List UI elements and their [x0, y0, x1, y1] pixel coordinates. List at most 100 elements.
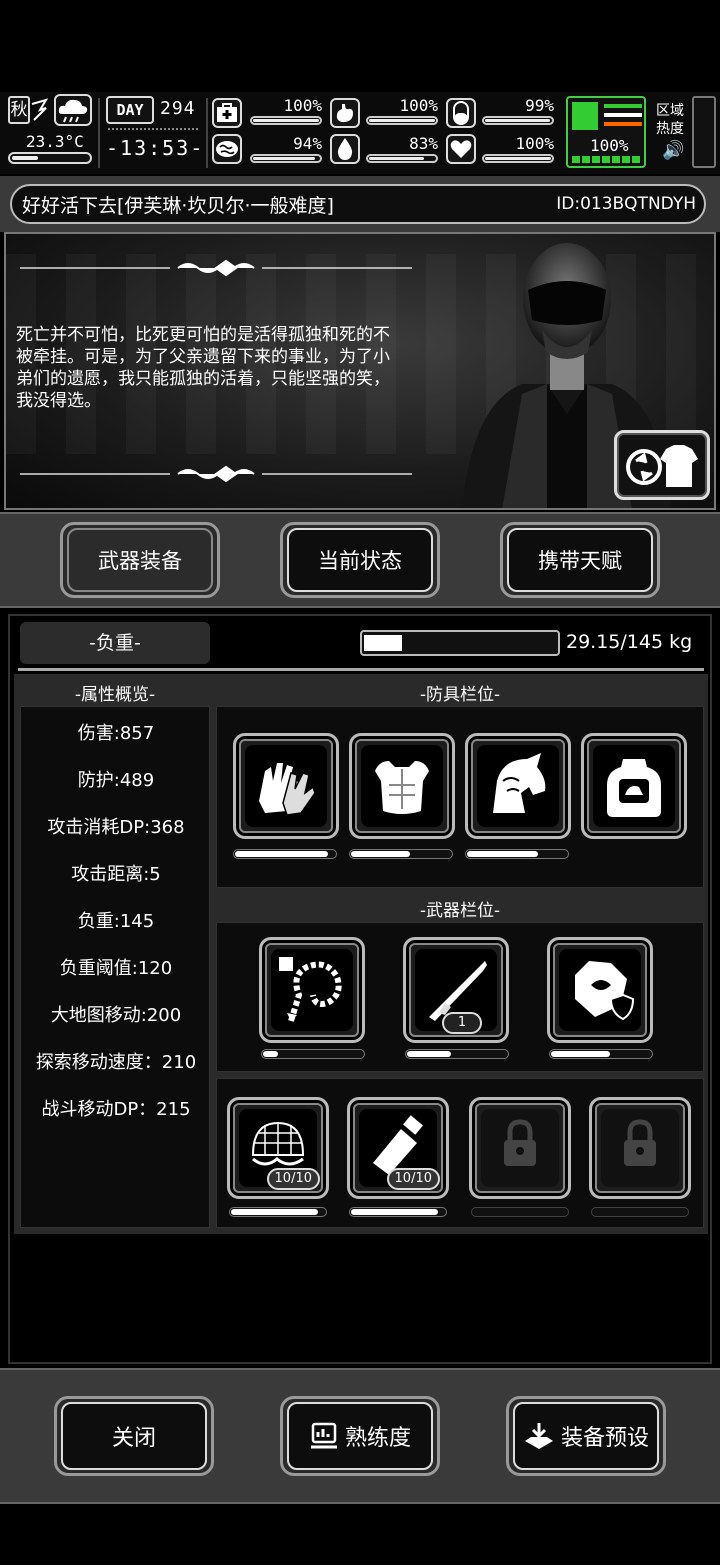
armor-durability-gloves — [233, 849, 337, 859]
save-title-bar: 好好活下去[伊芙琳·坎贝尔·一般难度] ID:013BQTNDYH — [0, 176, 720, 232]
day-label: DAY — [106, 96, 154, 124]
attr-damage: 伤害:857 — [77, 723, 155, 744]
weapons-heading: -武器栏位- — [419, 901, 501, 921]
status-hud: 秋 23.3°C DAY 294 -13:53- 100% 100% 99% 9… — [0, 92, 720, 174]
game-clock: -13:53- — [106, 136, 205, 160]
attr-load: 负重:145 — [77, 911, 155, 932]
tab-label: 携带天赋 — [507, 528, 653, 592]
zone-heat-label: 区域热度 — [656, 103, 684, 137]
armor-heading: -防具栏位- — [419, 685, 501, 705]
medicine-value: 99% — [525, 96, 554, 115]
weapon-durability-3 — [549, 1049, 653, 1059]
armor-durability-helmet — [465, 849, 569, 859]
sanity-bar — [250, 154, 322, 163]
save-id: ID:013BQTNDYH — [556, 194, 696, 214]
close-label: 关闭 — [111, 1426, 156, 1451]
tab-bar: 武器装备 当前状态 携带天赋 — [0, 512, 720, 608]
weapon-slot-2[interactable]: 1 — [403, 937, 509, 1043]
outfit-swap-icon — [626, 445, 698, 487]
heart-icon — [446, 134, 476, 164]
thermometer — [8, 152, 92, 164]
proficiency-button[interactable]: 熟练度 — [280, 1396, 440, 1476]
attr-explore-speed: 探索移动速度：210 — [35, 1052, 197, 1073]
save-title-pill: 好好活下去[伊芙琳·坎贝尔·一般难度] ID:013BQTNDYH — [10, 184, 706, 224]
attr-attack-dp: 攻击消耗DP:368 — [47, 817, 185, 838]
tool-slots: 10/10 10/10 — [216, 1078, 704, 1228]
zone-heat-lines — [604, 104, 642, 131]
equipment-preset-button[interactable]: 装备预设 — [506, 1396, 666, 1476]
tab-weapons-equipment[interactable]: 武器装备 — [60, 522, 220, 598]
attr-battle-move-dp: 战斗移动DP：215 — [41, 1099, 191, 1120]
attributes-list: 伤害:857 防护:489 攻击消耗DP:368 攻击距离:5 负重:145 负… — [20, 706, 210, 1228]
pill-icon — [446, 98, 476, 128]
save-title: 好好活下去[伊芙琳·坎贝尔·一般难度] — [22, 194, 334, 217]
boot-icon — [572, 102, 598, 130]
speaker-icon[interactable]: 🔊 — [662, 140, 684, 161]
backpack-icon — [593, 745, 675, 827]
tool-durability-3 — [471, 1207, 569, 1217]
tool-slot-2[interactable]: 10/10 — [347, 1097, 449, 1199]
load-label: -负重- — [20, 622, 210, 664]
armor-slots — [216, 706, 704, 888]
weather-cloud-icon — [54, 94, 92, 126]
weapon-durability-2 — [405, 1049, 509, 1059]
equipment-content: -属性概览- -防具栏位- 伤害:857 防护:489 攻击消耗DP:368 攻… — [14, 674, 708, 1234]
stomach-icon — [330, 98, 360, 128]
lock-icon — [601, 1109, 679, 1187]
spine-whip-icon — [271, 949, 353, 1031]
tool-count: 10/10 — [266, 1168, 320, 1190]
gloves-icon — [245, 745, 327, 827]
brain-icon — [212, 134, 242, 164]
body-armor-icon — [361, 745, 443, 827]
zone-heat-bar — [572, 156, 642, 163]
proficiency-label: 熟练度 — [344, 1426, 411, 1451]
weapon-slot-3[interactable] — [547, 937, 653, 1043]
attr-load-threshold: 负重阈值:120 — [59, 958, 173, 979]
zone-heat-panel[interactable]: 100% — [566, 96, 646, 168]
water-drop-icon — [330, 134, 360, 164]
armor-slot-body[interactable] — [349, 733, 455, 839]
sanity-value: 94% — [293, 134, 322, 153]
attr-map-move: 大地图移动:200 — [50, 1005, 182, 1026]
armor-durability-body — [349, 849, 453, 859]
tool-slot-3-locked[interactable] — [469, 1097, 571, 1199]
day-number: 294 — [160, 98, 196, 119]
preset-download-icon — [524, 1423, 553, 1449]
proficiency-icon — [310, 1422, 337, 1449]
load-bar — [360, 630, 560, 656]
weapon-ammo-count: 1 — [442, 1012, 482, 1034]
tool-slot-4-locked[interactable] — [589, 1097, 691, 1199]
ornament-divider-bottom — [20, 465, 412, 483]
close-button[interactable]: 关闭 — [54, 1396, 214, 1476]
shield-gauntlet-icon — [559, 949, 641, 1031]
tool-slot-1[interactable]: 10/10 — [227, 1097, 329, 1199]
thirst-value: 83% — [409, 134, 438, 153]
ornament-divider-top — [20, 259, 412, 277]
armor-slot-helmet[interactable] — [465, 733, 571, 839]
medicine-bar — [482, 116, 554, 125]
character-story-text: 死亡并不可怕，比死更可怕的是活得孤独和死的不被牵挂。可是，为了父亲遗留下来的事业… — [16, 325, 390, 411]
tab-talents[interactable]: 携带天赋 — [500, 522, 660, 598]
weapon-slots: 1 — [216, 922, 704, 1072]
day-progress-ticks — [108, 128, 198, 134]
mood-bar — [482, 154, 554, 163]
character-story-panel: 死亡并不可怕，比死更可怕的是活得孤独和死的不被牵挂。可是，为了父亲遗留下来的事业… — [4, 232, 716, 510]
preset-label: 装备预设 — [560, 1426, 649, 1451]
tool-durability-2 — [349, 1207, 447, 1217]
tool-durability-4 — [591, 1207, 689, 1217]
load-value: 29.15/145 kg — [566, 631, 693, 653]
tab-current-status[interactable]: 当前状态 — [280, 522, 440, 598]
attributes-heading: -属性概览- — [74, 685, 156, 705]
armor-slot-backpack[interactable] — [581, 733, 687, 839]
armor-slot-gloves[interactable] — [233, 733, 339, 839]
health-value: 100% — [283, 96, 322, 115]
side-panel-toggle[interactable] — [692, 96, 716, 168]
weapon-slot-1[interactable] — [259, 937, 365, 1043]
hunger-bar — [366, 116, 438, 125]
tool-durability-1 — [229, 1207, 327, 1217]
temperature-value: 23.3°C — [26, 132, 84, 151]
tab-label: 武器装备 — [67, 528, 213, 592]
change-outfit-button[interactable] — [614, 430, 710, 500]
hunger-value: 100% — [399, 96, 438, 115]
attr-attack-range: 攻击距离:5 — [71, 864, 161, 885]
